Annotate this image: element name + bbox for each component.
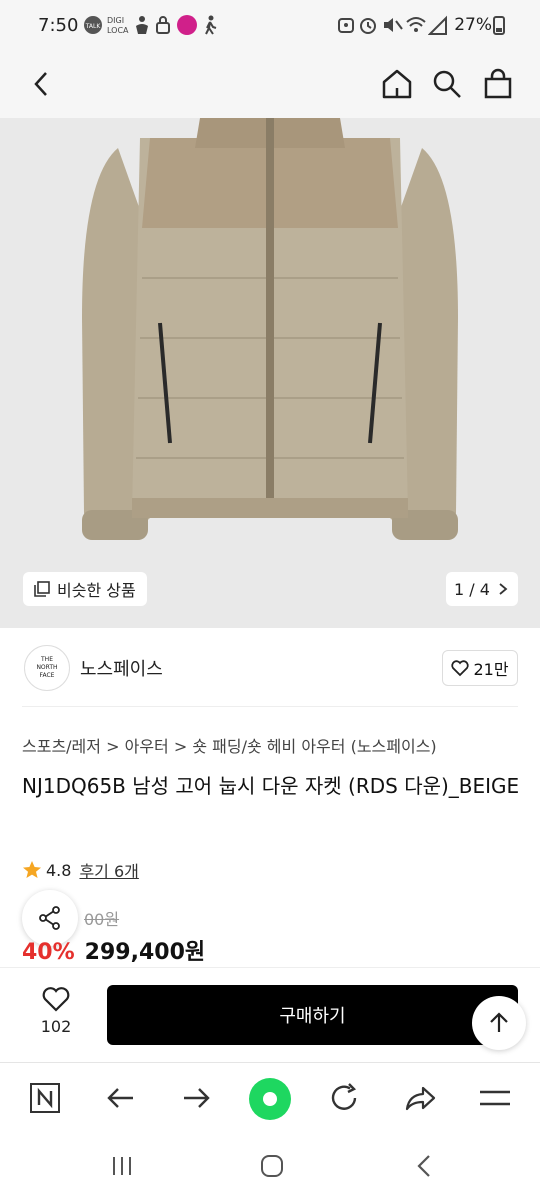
sale-price: 299,400원 <box>84 940 206 965</box>
breadcrumb-separator: > <box>106 737 125 756</box>
product-image[interactable]: 비슷한 상품 1 / 4 <box>0 118 540 628</box>
svg-text:TALK: TALK <box>85 23 102 30</box>
wish-button[interactable]: 102 <box>28 985 84 1036</box>
breadcrumb-item[interactable]: 숏 패딩/숏 헤비 아우터 (노스페이스) <box>192 737 436 756</box>
star-icon <box>23 861 41 878</box>
mute-icon <box>381 14 403 36</box>
back-icon[interactable] <box>24 64 58 104</box>
status-time: 7:50 <box>38 15 79 36</box>
image-pager[interactable]: 1 / 4 <box>446 572 518 606</box>
pager-text: 1 / 4 <box>454 579 490 599</box>
breadcrumb-separator: > <box>173 737 193 756</box>
review-link[interactable]: 후기 6개 <box>79 858 138 882</box>
brand-logo-text: THE NORTH FACE <box>36 656 58 679</box>
talk-icon: TALK <box>82 14 104 36</box>
rating-value: 4.8 <box>46 860 72 880</box>
heart-icon <box>451 660 470 677</box>
heart-icon <box>42 987 70 1012</box>
wish-count: 102 <box>40 1017 72 1036</box>
arrow-up-icon <box>490 1012 508 1032</box>
app-badge-icon <box>176 14 198 36</box>
chevron-right-icon <box>499 583 508 595</box>
wifi-icon <box>405 14 427 36</box>
arrow-right-icon[interactable] <box>178 1081 214 1115</box>
arrow-left-icon[interactable] <box>103 1081 139 1115</box>
buy-button-label: 구매하기 <box>279 1006 346 1027</box>
accessibility-icon <box>132 14 152 36</box>
search-icon[interactable] <box>428 64 466 104</box>
svg-text:DIGI: DIGI <box>107 16 124 25</box>
naver-n-icon[interactable] <box>28 1081 62 1115</box>
home-icon[interactable] <box>378 64 416 104</box>
home-circle-icon[interactable] <box>256 1150 288 1182</box>
svg-text:LOCA: LOCA <box>107 26 129 35</box>
walking-icon <box>201 14 219 36</box>
share-icon <box>39 906 60 930</box>
battery-icon <box>492 14 506 36</box>
similar-items-label: 비슷한 상품 <box>57 581 136 600</box>
jacket-image <box>0 118 540 628</box>
battery-percent: 27% <box>454 15 492 35</box>
share-forward-icon[interactable] <box>402 1081 438 1115</box>
status-bar: 7:50 TALK DIGI LOCA 27% <box>0 0 540 50</box>
digi-loca-icon: DIGI LOCA <box>107 14 129 36</box>
alarm-clock-icon <box>358 14 378 36</box>
brand-name[interactable]: 노스페이스 <box>80 655 163 681</box>
green-dot-icon[interactable] <box>248 1077 292 1121</box>
alarm-icon <box>337 14 355 36</box>
rating-row: 4.8 후기 6개 <box>22 858 139 882</box>
similar-items-button[interactable]: 비슷한 상품 <box>23 572 147 606</box>
signal-icon <box>428 14 448 36</box>
brand-like-count: 21만 <box>473 660 509 679</box>
recents-icon[interactable] <box>106 1150 138 1182</box>
refresh-icon[interactable] <box>326 1081 362 1115</box>
product-title: NJ1DQ65B 남성 고어 눕시 다운 자켓 (RDS 다운)_BEIGE <box>22 774 520 798</box>
system-nav-bar <box>0 1134 540 1200</box>
price-row: 40% 299,400원 <box>22 934 205 966</box>
discount-rate: 40% <box>22 940 75 965</box>
buy-button[interactable]: 구매하기 <box>107 985 518 1045</box>
original-price: 00원 <box>84 910 120 929</box>
back-chevron-icon[interactable] <box>408 1150 440 1182</box>
menu-icon[interactable] <box>477 1081 513 1115</box>
scroll-top-button[interactable] <box>472 996 526 1050</box>
browser-toolbar <box>0 1062 540 1134</box>
brand-logo[interactable]: THE NORTH FACE <box>24 645 70 691</box>
bag-icon[interactable] <box>479 64 517 104</box>
breadcrumb-item[interactable]: 스포츠/레저 <box>22 737 101 756</box>
copy-icon <box>34 581 50 597</box>
breadcrumb: 스포츠/레저 > 아우터 > 숏 패딩/숏 헤비 아우터 (노스페이스) <box>22 733 437 757</box>
breadcrumb-item[interactable]: 아우터 <box>125 737 169 756</box>
brand-like-button[interactable]: 21만 <box>442 650 518 686</box>
app-bar <box>0 50 540 118</box>
divider <box>22 706 518 707</box>
lock-icon <box>154 14 172 36</box>
